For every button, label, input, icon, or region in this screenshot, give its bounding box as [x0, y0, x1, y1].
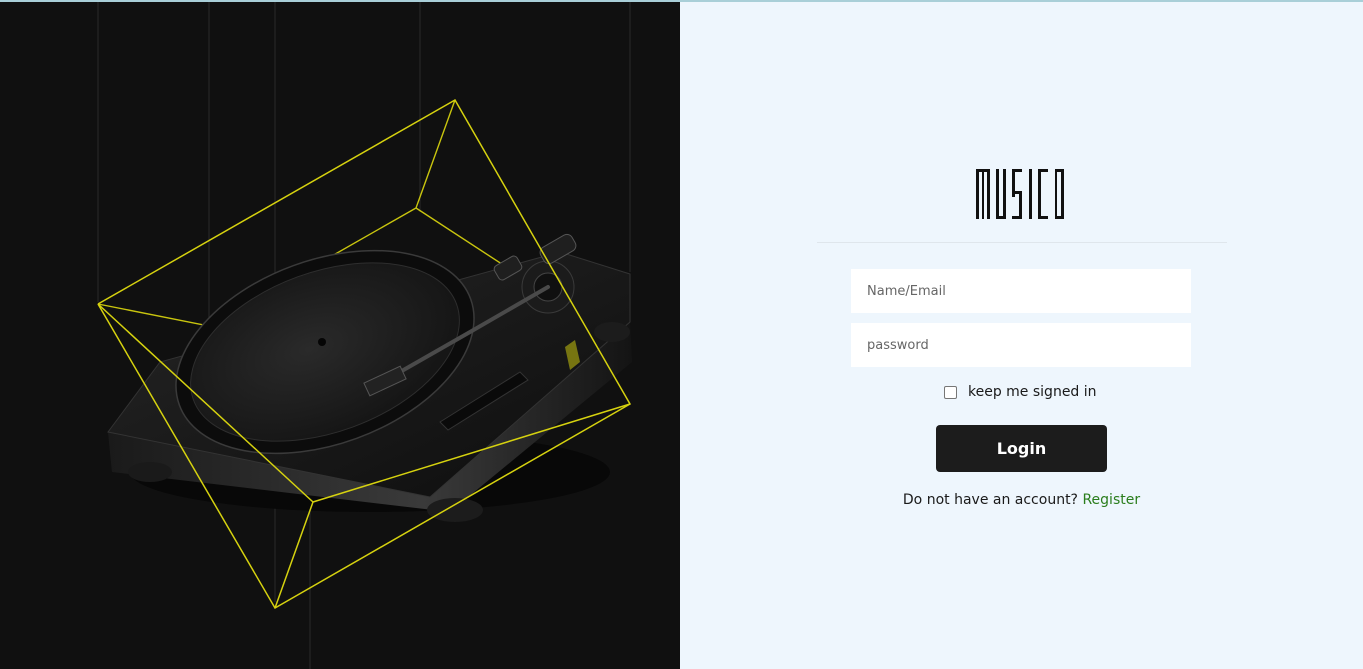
turntable-body [107, 233, 632, 522]
register-prompt-text: Do not have an account? [902, 492, 1078, 508]
window-top-border [0, 0, 1363, 2]
keep-signed-in-label: keep me signed in [968, 384, 1097, 400]
brand-logo: MUSIC [975, 165, 1070, 221]
music-logo-icon [976, 169, 1064, 219]
logo-divider [817, 242, 1227, 243]
register-link[interactable]: Register [1082, 492, 1140, 508]
name-email-input[interactable] [851, 269, 1191, 313]
keep-signed-in-checkbox[interactable] [944, 385, 957, 399]
register-prompt-row: Do not have an account? Register [680, 492, 1363, 508]
logo-text: MUSIC [975, 221, 976, 222]
keep-signed-in-row[interactable]: keep me signed in [944, 382, 1097, 402]
turntable-illustration [97, 2, 632, 669]
login-button[interactable]: Login [936, 425, 1107, 472]
password-input[interactable] [851, 323, 1191, 367]
hero-image-panel [0, 2, 680, 669]
login-panel: MUSIC keep me signed in Login Do not hav… [680, 2, 1363, 669]
